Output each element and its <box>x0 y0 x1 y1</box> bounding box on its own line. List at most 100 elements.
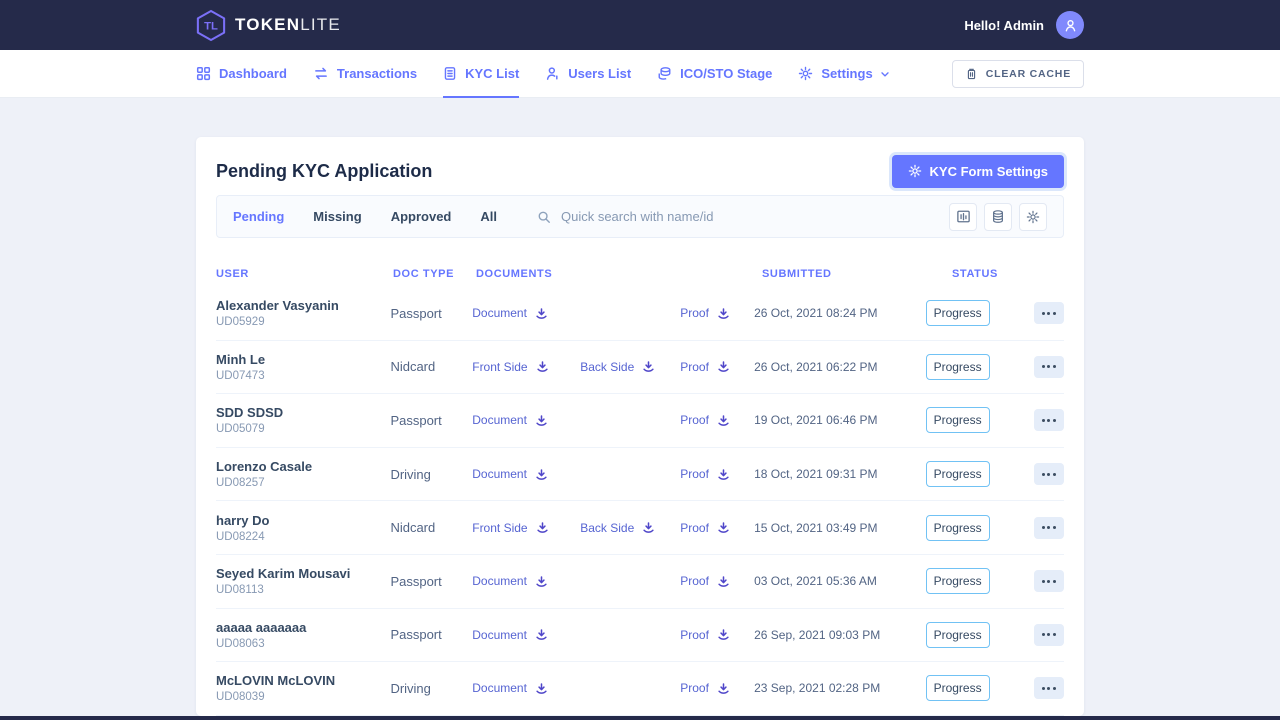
document-download-link[interactable]: Document <box>472 467 548 481</box>
filter-columns-button[interactable] <box>949 202 977 231</box>
status-badge[interactable]: Progress <box>925 568 990 595</box>
column-header-doc-type: DOC TYPE <box>393 268 455 280</box>
doc-type: Passport <box>390 305 442 321</box>
more-actions-button[interactable] <box>1033 463 1064 486</box>
search-icon <box>537 210 551 224</box>
status-badge[interactable]: Progress <box>925 407 990 434</box>
proof-download-link[interactable]: Proof <box>680 521 730 535</box>
document-label: Document <box>472 306 527 321</box>
more-actions-button[interactable] <box>1033 409 1064 432</box>
columns-chart-icon <box>956 209 971 224</box>
download-icon <box>642 521 655 534</box>
tab-approved[interactable]: Approved <box>391 209 452 224</box>
table-settings-button[interactable] <box>1019 202 1047 231</box>
export-data-button[interactable] <box>984 202 1012 231</box>
kyc-table-body: Alexander Vasyanin UD05929 Passport Docu… <box>216 287 1064 716</box>
document-label: Document <box>472 467 527 482</box>
status-badge[interactable]: Progress <box>925 353 990 380</box>
user-name: Lorenzo Casale <box>216 459 313 475</box>
document-download-link[interactable]: Back Side <box>580 521 655 535</box>
download-icon <box>536 360 549 373</box>
document-download-link[interactable]: Back Side <box>580 360 655 374</box>
more-actions-button[interactable] <box>1033 355 1064 378</box>
kyc-form-settings-button[interactable]: KYC Form Settings <box>891 154 1064 188</box>
database-icon <box>991 209 1005 224</box>
more-actions-button[interactable] <box>1033 623 1064 646</box>
user-avatar[interactable] <box>1056 11 1084 39</box>
ellipsis-icon <box>1041 526 1045 530</box>
document-download-link[interactable]: Document <box>472 681 548 695</box>
document-label: Document <box>472 681 527 696</box>
gear-icon <box>908 164 922 178</box>
nav-item-transactions[interactable]: Transactions <box>300 50 430 97</box>
proof-label: Proof <box>680 467 709 482</box>
search-input[interactable] <box>560 209 841 224</box>
document-download-link[interactable]: Document <box>472 413 548 427</box>
document-label: Front Side <box>472 359 528 374</box>
proof-download-link[interactable]: Proof <box>680 306 730 320</box>
document-download-link[interactable]: Document <box>472 306 548 320</box>
download-icon <box>717 307 730 320</box>
document-download-link[interactable]: Document <box>472 628 548 642</box>
table-row: SDD SDSD UD05079 Passport Document Proof… <box>216 394 1064 448</box>
download-icon <box>717 414 730 427</box>
user-name: aaaaa aaaaaaa <box>216 619 307 635</box>
nav-item-dashboard[interactable]: Dashboard <box>196 50 300 97</box>
nav-item-settings[interactable]: Settings <box>785 50 903 97</box>
nav-item-users-list[interactable]: Users List <box>532 50 644 97</box>
download-icon <box>535 307 548 320</box>
user-id: UD08113 <box>216 584 264 597</box>
main-navbar: Dashboard Transactions KYC List Users Li… <box>0 50 1280 98</box>
settings-gear-icon <box>798 66 813 81</box>
status-badge[interactable]: Progress <box>925 461 990 488</box>
user-id: UD08039 <box>216 691 265 704</box>
status-badge[interactable]: Progress <box>925 514 990 541</box>
submitted-date: 19 Oct, 2021 06:46 PM <box>754 413 878 428</box>
nav-item-kyc-list[interactable]: KYC List <box>430 50 532 98</box>
proof-label: Proof <box>680 681 709 696</box>
user-id: UD08257 <box>216 477 265 490</box>
tab-all[interactable]: All <box>480 209 497 224</box>
download-icon <box>717 628 730 641</box>
proof-download-link[interactable]: Proof <box>680 628 730 642</box>
user-id: UD07473 <box>216 369 265 382</box>
download-icon <box>535 468 548 481</box>
proof-label: Proof <box>680 413 709 428</box>
download-icon <box>717 360 730 373</box>
proof-download-link[interactable]: Proof <box>680 360 730 374</box>
ellipsis-icon <box>1041 472 1045 476</box>
more-actions-button[interactable] <box>1033 570 1064 593</box>
table-row: McLOVIN McLOVIN UD08039 Driving Document <box>216 662 1064 716</box>
download-icon <box>717 575 730 588</box>
proof-download-link[interactable]: Proof <box>680 467 730 481</box>
document-download-link[interactable]: Document <box>472 574 548 588</box>
clear-cache-button[interactable]: CLEAR CACHE <box>951 59 1084 88</box>
ellipsis-icon <box>1041 311 1045 315</box>
user-name: McLOVIN McLOVIN <box>216 673 336 689</box>
submitted-date: 03 Oct, 2021 05:36 AM <box>754 574 877 589</box>
document-download-link[interactable]: Front Side <box>472 521 548 535</box>
proof-label: Proof <box>680 574 709 589</box>
proof-download-link[interactable]: Proof <box>680 681 730 695</box>
proof-download-link[interactable]: Proof <box>680 574 730 588</box>
document-download-link[interactable]: Front Side <box>472 360 548 374</box>
status-badge[interactable]: Progress <box>925 621 990 648</box>
nav-label: Transactions <box>336 66 418 81</box>
status-badge[interactable]: Progress <box>925 300 990 327</box>
status-badge[interactable]: Progress <box>925 675 990 702</box>
user-name: Minh Le <box>216 351 266 367</box>
nav-label: KYC List <box>465 66 520 81</box>
table-row: Minh Le UD07473 Nidcard Front Side Back … <box>216 341 1064 395</box>
brand-logo[interactable]: TL TOKENLITE <box>196 9 341 42</box>
table-row: Seyed Karim Mousavi UD08113 Passport Doc… <box>216 555 1064 609</box>
more-actions-button[interactable] <box>1033 302 1064 325</box>
tab-pending[interactable]: Pending <box>233 209 284 224</box>
submitted-date: 26 Oct, 2021 08:24 PM <box>754 306 878 321</box>
proof-download-link[interactable]: Proof <box>680 413 730 427</box>
tab-missing[interactable]: Missing <box>313 209 361 224</box>
more-actions-button[interactable] <box>1033 516 1064 539</box>
column-header-user: USER <box>216 268 249 280</box>
doc-type: Nidcard <box>390 359 436 375</box>
nav-item-ico-sto-stage[interactable]: ICO/STO Stage <box>644 50 785 97</box>
more-actions-button[interactable] <box>1033 677 1064 700</box>
